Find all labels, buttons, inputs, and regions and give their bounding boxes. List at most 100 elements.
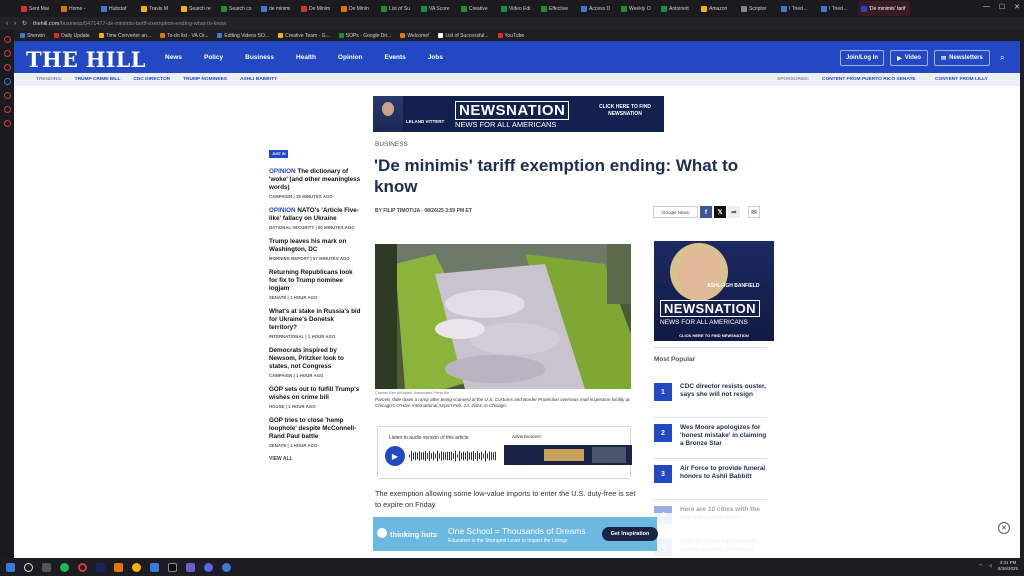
just-in-headline[interactable]: What's at stake in Russia's bid for Ukra… <box>269 308 361 332</box>
bookmark-item[interactable]: Editing Videos SO... <box>217 33 269 39</box>
app-icon[interactable] <box>150 562 159 572</box>
nav-link-policy[interactable]: Policy <box>204 54 223 61</box>
play-icon[interactable]: ▶ <box>385 446 405 466</box>
browser-tab[interactable]: Effective <box>538 1 577 16</box>
bookmark-item[interactable]: Welcome! <box>400 33 429 39</box>
windows-start-icon[interactable] <box>6 562 15 572</box>
app-icon[interactable] <box>186 562 195 572</box>
audio-ad[interactable] <box>504 445 632 465</box>
browser-tab[interactable]: Weekly O <box>618 1 657 16</box>
browser-tab[interactable]: Sent Mai <box>18 1 57 16</box>
search-icon[interactable]: ⌕ <box>1000 53 1004 63</box>
file-explorer-icon[interactable] <box>114 562 123 572</box>
share-icon[interactable]: ➦ <box>728 206 740 218</box>
just-in-headline[interactable]: OPINION NATO's 'Article Five-like' falla… <box>269 207 361 223</box>
back-icon[interactable]: ‹ <box>6 21 8 27</box>
sidebar-history-icon[interactable] <box>3 106 11 113</box>
url-field[interactable]: thehill.com/business/5471477-de-minimis-… <box>33 21 226 27</box>
task-view-icon[interactable] <box>42 562 51 572</box>
email-icon[interactable]: ✉ <box>748 206 760 218</box>
browser-tab[interactable]: Creative <box>458 1 497 16</box>
trending-link[interactable]: CDC DIRECTOR <box>133 77 170 82</box>
browser-tab[interactable]: Antoinett <box>658 1 697 16</box>
waveform[interactable] <box>409 448 499 464</box>
nav-link-health[interactable]: Health <box>296 54 316 61</box>
browser-tab[interactable]: de minimi <box>258 1 297 16</box>
just-in-headline[interactable]: Returning Republicans look for fix to Tr… <box>269 269 361 293</box>
newsnation-sidebar-ad[interactable]: ASHLEIGH BANFIELD NEWSNATION NEWS FOR AL… <box>654 241 774 341</box>
nav-link-business[interactable]: Business <box>245 54 274 61</box>
just-in-item[interactable]: GOP tries to close 'hemp loophole' despi… <box>269 417 361 448</box>
opera-icon[interactable] <box>78 562 87 572</box>
just-in-headline[interactable]: GOP sets out to fulfill Trump's wishes o… <box>269 386 361 402</box>
bookmark-item[interactable]: YouTube <box>497 33 524 39</box>
close-icon[interactable]: ✕ <box>1014 3 1020 11</box>
minimize-icon[interactable]: — <box>983 3 990 11</box>
just-in-item[interactable]: Returning Republicans look for fix to Tr… <box>269 269 361 300</box>
forward-icon[interactable]: › <box>14 21 16 27</box>
maximize-icon[interactable]: ☐ <box>999 3 1005 11</box>
site-logo[interactable]: THE HILL <box>26 47 146 72</box>
sidebar-messenger-icon[interactable] <box>3 78 11 85</box>
browser-tab[interactable]: Search co <box>218 1 257 16</box>
app-icon[interactable] <box>168 562 177 572</box>
nav-link-jobs[interactable]: Jobs <box>428 54 443 61</box>
bookmark-item[interactable]: Time Converter an... <box>98 33 151 39</box>
discord-icon[interactable] <box>204 562 213 572</box>
x-icon[interactable]: 𝕏 <box>714 206 726 218</box>
sidebar-player-icon[interactable] <box>3 92 11 99</box>
reload-icon[interactable]: ↻ <box>22 20 27 27</box>
browser-tab[interactable]: I Tried .. <box>818 1 857 16</box>
just-in-item[interactable]: OPINION The dictionary of 'woke' (and ot… <box>269 168 361 199</box>
just-in-headline[interactable]: Trump leaves his mark on Washington, DC <box>269 238 361 254</box>
browser-tab[interactable]: De Minin <box>338 1 377 16</box>
newsletters-button[interactable]: ✉ Newsletters <box>934 50 990 66</box>
facebook-icon[interactable]: f <box>700 206 712 218</box>
browser-tab[interactable]: I Tried .. <box>778 1 817 16</box>
trending-link[interactable]: ASHLI BABBITT <box>240 77 277 82</box>
just-in-item[interactable]: GOP sets out to fulfill Trump's wishes o… <box>269 386 361 409</box>
sponsored-link[interactable]: CONTENT FROM PUERTO RICO SENATE <box>822 77 916 82</box>
google-news-button[interactable]: Google News <box>653 206 698 218</box>
just-in-item[interactable]: Democrats inspired by Newsom, Pritzker l… <box>269 347 361 378</box>
get-inspiration-button[interactable]: Get Inspiration <box>602 527 658 541</box>
wifi-icon[interactable]: ◠ <box>979 563 983 569</box>
close-ad-icon[interactable]: ✕ <box>998 522 1010 534</box>
page-scrollbar[interactable] <box>1020 41 1024 558</box>
spotify-icon[interactable] <box>60 562 69 572</box>
sidebar-settings-icon[interactable] <box>3 120 11 127</box>
sidebar-bookmark-icon[interactable] <box>3 64 11 71</box>
video-button[interactable]: ▶ Video <box>890 50 928 66</box>
sponsored-link[interactable]: CONTENT FROM LILLY <box>935 77 988 82</box>
nav-link-events[interactable]: Events <box>384 54 405 61</box>
just-in-item[interactable]: Trump leaves his mark on Washington, DC M… <box>269 238 361 261</box>
just-in-item[interactable]: What's at stake in Russia's bid for Ukra… <box>269 308 361 339</box>
article-section[interactable]: BUSINESS <box>375 141 408 148</box>
chrome-icon[interactable] <box>132 562 141 572</box>
trending-link[interactable]: TRUMP NOMINEES <box>183 77 227 82</box>
clock[interactable]: 3:31 PM 8/26/2025 <box>998 560 1018 572</box>
app-icon[interactable] <box>222 562 231 572</box>
bookmark-item[interactable]: List of Successful... <box>438 33 489 39</box>
just-in-headline[interactable]: GOP tries to close 'hemp loophole' despi… <box>269 417 361 441</box>
just-in-headline[interactable]: OPINION The dictionary of 'woke' (and ot… <box>269 168 361 192</box>
sidebar-home-icon[interactable] <box>3 36 11 43</box>
bookmark-item[interactable]: To-do list - VA Or... <box>160 33 208 39</box>
join-login-button[interactable]: Join/Log In <box>840 50 884 66</box>
bookmark-item[interactable]: SOPs - Google Dri... <box>338 33 391 39</box>
volume-icon[interactable]: ◁ <box>989 563 992 569</box>
trending-link[interactable]: TRUMP CRIME BILL <box>75 77 121 82</box>
view-all-link[interactable]: VIEW ALL <box>269 456 361 462</box>
just-in-headline[interactable]: Democrats inspired by Newsom, Pritzker l… <box>269 347 361 371</box>
browser-tab[interactable]: VA Score <box>418 1 457 16</box>
browser-tab[interactable]: Hubstaf <box>98 1 137 16</box>
nav-link-opinion[interactable]: Opinion <box>338 54 363 61</box>
browser-tab[interactable]: Video Edi <box>498 1 537 16</box>
browser-tab[interactable]: Amazon <box>698 1 737 16</box>
bookmark-item[interactable]: Creative Team - G... <box>278 33 330 39</box>
browser-tab[interactable]: Scriptor <box>738 1 777 16</box>
sticky-bottom-ad[interactable]: thinking huts One School = Thousands of … <box>373 517 658 551</box>
browser-tab[interactable]: De Minim <box>298 1 337 16</box>
newsnation-banner-ad[interactable]: LELAND VITTERT NEWSNATION NEWS FOR ALL A… <box>373 96 664 132</box>
sidebar-apps-icon[interactable] <box>3 50 11 57</box>
